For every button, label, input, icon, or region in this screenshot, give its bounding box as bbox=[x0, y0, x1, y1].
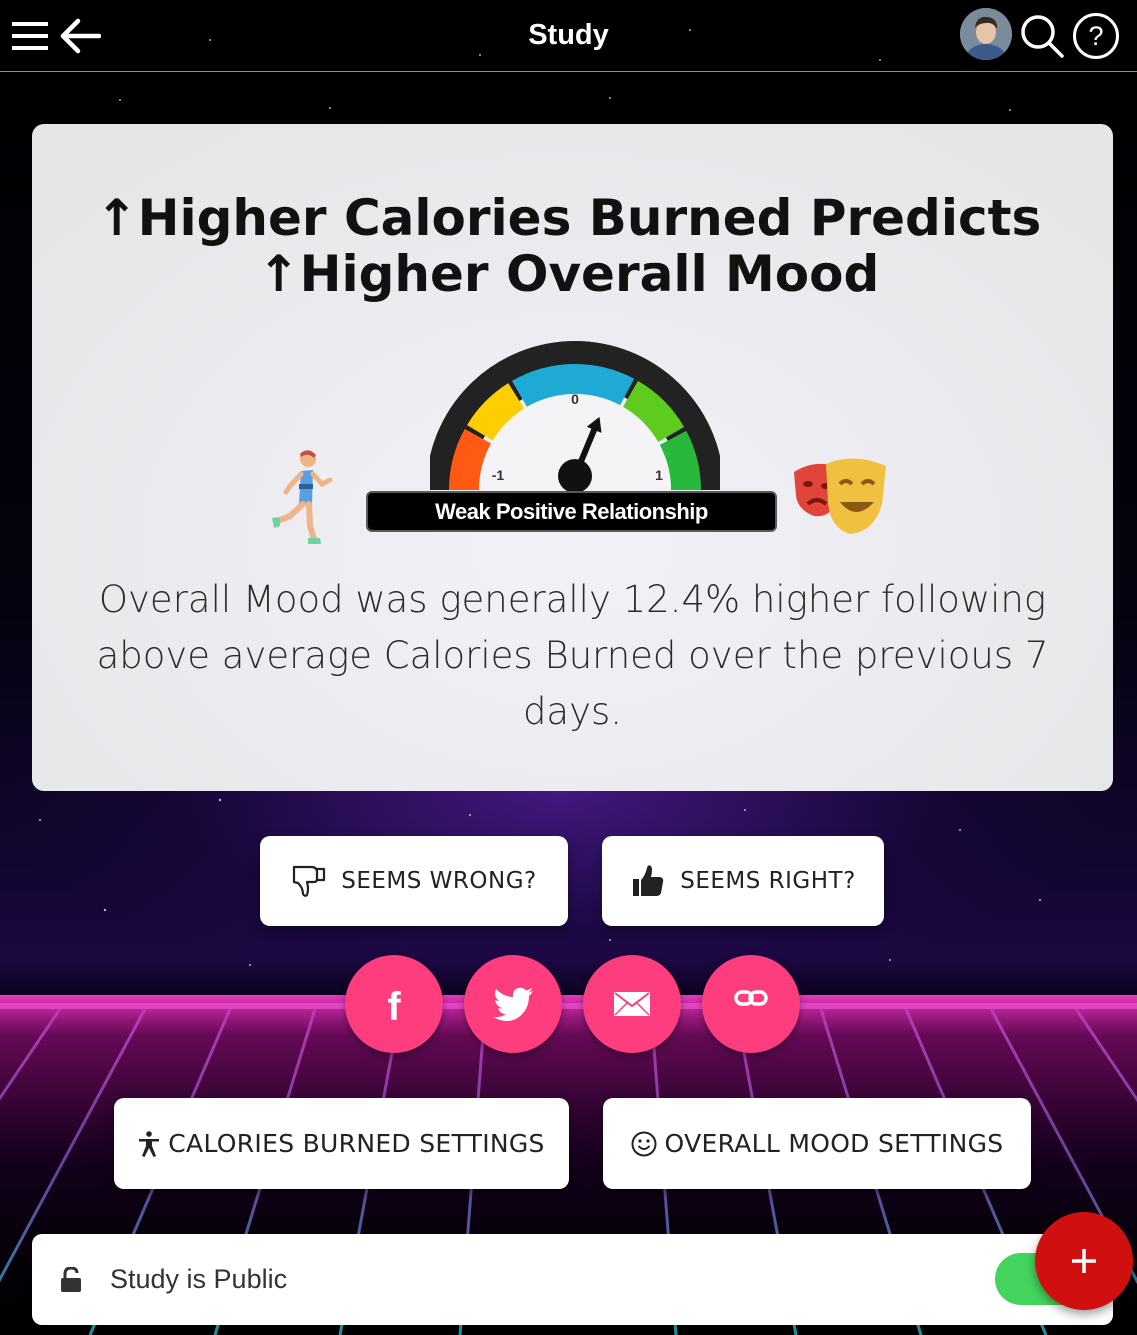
share-email-button[interactable] bbox=[583, 955, 681, 1053]
relationship-label: Weak Positive Relationship bbox=[366, 491, 777, 532]
seems-wrong-label: SEEMS WRONG? bbox=[341, 868, 537, 894]
thumbs-down-icon bbox=[293, 865, 326, 897]
share-facebook-button[interactable]: f bbox=[345, 955, 443, 1053]
email-icon bbox=[614, 992, 650, 1016]
link-icon bbox=[734, 990, 768, 1006]
unlock-icon bbox=[61, 1266, 81, 1292]
search-icon[interactable] bbox=[1018, 12, 1066, 60]
hamburger-menu-icon[interactable] bbox=[12, 19, 50, 53]
back-arrow-icon[interactable] bbox=[58, 17, 102, 55]
smiley-icon bbox=[631, 1131, 657, 1156]
study-title: ↑Higher Calories Burned Predicts ↑Higher… bbox=[0, 190, 1137, 302]
svg-text:?: ? bbox=[1088, 21, 1103, 51]
calories-burned-settings-label: CALORIES BURNED SETTINGS bbox=[168, 1129, 545, 1158]
performing-arts-emoji-icon bbox=[794, 458, 886, 534]
share-twitter-button[interactable] bbox=[464, 955, 562, 1053]
page-title: Study bbox=[528, 19, 609, 51]
top-app-bar: Study ? bbox=[0, 0, 1137, 72]
plus-icon bbox=[1072, 1249, 1096, 1273]
calories-burned-settings-button[interactable]: CALORIES BURNED SETTINGS bbox=[114, 1098, 569, 1189]
runner-emoji-icon bbox=[272, 450, 333, 544]
help-icon[interactable]: ? bbox=[1071, 11, 1121, 61]
overall-mood-settings-button[interactable]: OVERALL MOOD SETTINGS bbox=[603, 1098, 1031, 1189]
overall-mood-settings-label: OVERALL MOOD SETTINGS bbox=[664, 1129, 1004, 1158]
study-privacy-bar: Study is Public bbox=[32, 1234, 1113, 1325]
gauge-tick-minus-one: -1 bbox=[492, 467, 505, 483]
seems-right-label: SEEMS RIGHT? bbox=[680, 868, 856, 894]
seems-right-button[interactable]: SEEMS RIGHT? bbox=[602, 836, 884, 926]
add-fab-button[interactable] bbox=[1035, 1212, 1133, 1310]
facebook-icon: f bbox=[387, 984, 401, 1029]
accessibility-icon bbox=[139, 1130, 160, 1157]
seems-wrong-button[interactable]: SEEMS WRONG? bbox=[260, 836, 568, 926]
thumbs-up-icon bbox=[633, 865, 664, 896]
twitter-icon bbox=[493, 987, 533, 1021]
gauge-tick-zero: 0 bbox=[571, 391, 579, 407]
study-summary: Overall Mood was generally 12.4% higher … bbox=[96, 578, 1049, 733]
privacy-label: Study is Public bbox=[110, 1264, 288, 1294]
share-link-button[interactable] bbox=[702, 955, 800, 1053]
gauge-tick-one: 1 bbox=[655, 467, 663, 483]
study-title-line-2: ↑Higher Overall Mood bbox=[257, 245, 880, 303]
user-avatar[interactable] bbox=[960, 8, 1012, 60]
study-title-line-1: ↑Higher Calories Burned Predicts bbox=[95, 189, 1042, 247]
